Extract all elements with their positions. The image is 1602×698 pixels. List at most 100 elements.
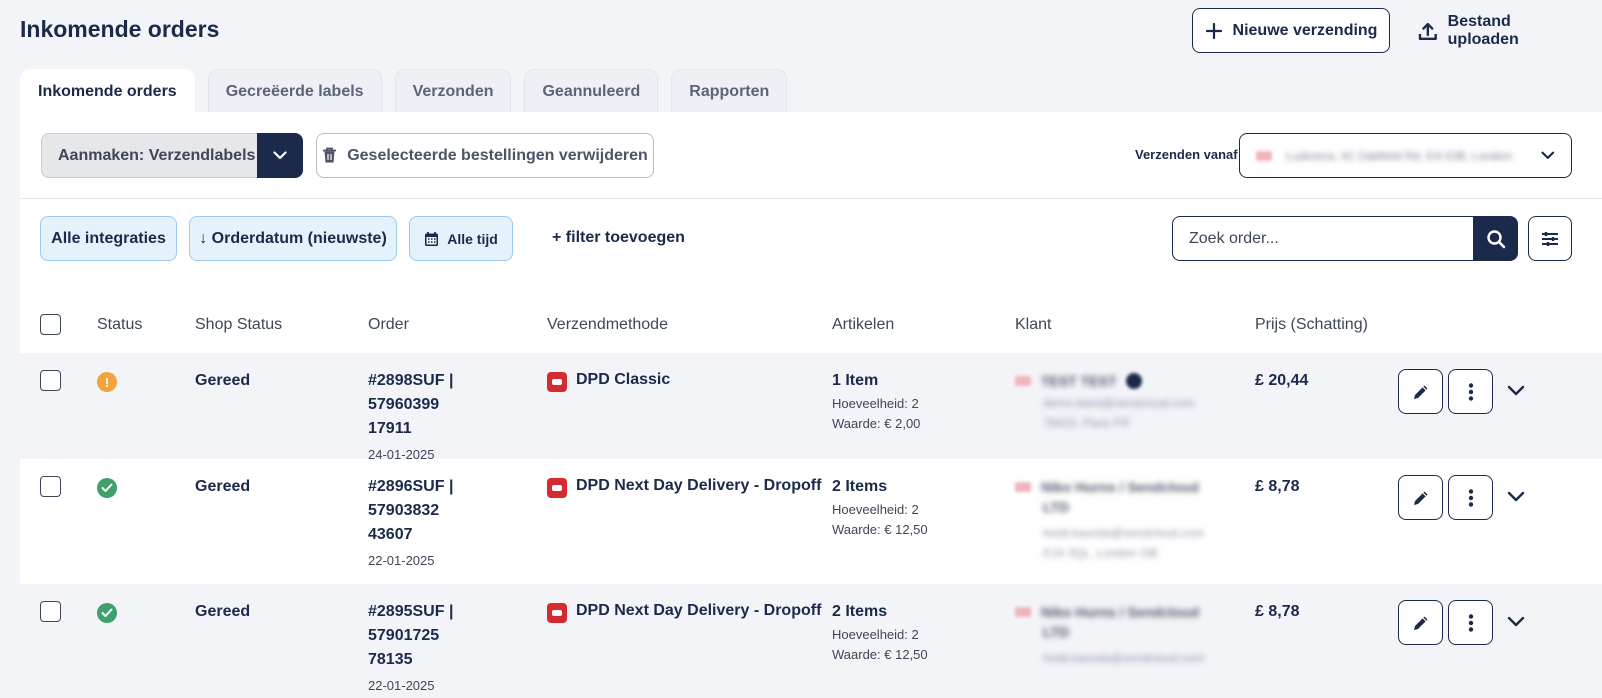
order-number-line2[interactable]: 78135 <box>368 648 528 672</box>
table-row[interactable]: ! Gereed #2898SUF | 57960399 17911 24-01… <box>20 353 1602 462</box>
more-options-button[interactable] <box>1448 600 1493 645</box>
items-value: Waarde: € 12,50 <box>832 522 928 537</box>
ship-from-select[interactable]: Ludovica, 41 Oakfield Rd, E4 0JB, London <box>1239 133 1572 178</box>
select-all-checkbox[interactable] <box>40 314 61 335</box>
items-cell: 2 Items Hoeveelheid: 2 Waarde: € 12,50 <box>832 478 928 540</box>
chevron-down-icon[interactable] <box>1507 491 1525 502</box>
add-filter-link[interactable]: + filter toevoegen <box>552 229 685 247</box>
customer-name-line: Niko Hurns / Sendcloud <box>1015 600 1235 624</box>
row-checkbox[interactable] <box>40 476 61 497</box>
shop-status: Gereed <box>195 372 251 389</box>
upload-icon <box>1418 22 1437 40</box>
customer-email: heidi.kaunda@sendcloud.com <box>1043 651 1204 665</box>
table-row[interactable]: Gereed #2896SUF | 57903832 43607 22-01-2… <box>20 459 1602 584</box>
sort-order-chip[interactable]: ↓ Orderdatum (nieuwste) <box>189 216 397 261</box>
customer-email: heidi.kaunda@sendcloud.com <box>1043 526 1204 540</box>
more-options-button[interactable] <box>1448 369 1493 414</box>
column-items[interactable]: Artikelen <box>832 316 894 334</box>
shipping-method-cell: DPD Next Day Delivery - Dropoff <box>547 477 821 498</box>
warning-icon: ! <box>97 372 117 392</box>
tab-shipped[interactable]: Verzonden <box>394 69 512 113</box>
delete-selected-label: Geselecteerde bestellingen verwijderen <box>347 146 648 164</box>
create-options-dropdown[interactable] <box>257 133 303 178</box>
items-quantity: Hoeveelheid: 2 <box>832 502 919 517</box>
tab-incoming-orders[interactable]: Inkomende orders <box>20 69 195 113</box>
customer-name-cont: LTD <box>1043 624 1070 640</box>
shop-status: Gereed <box>195 603 251 620</box>
row-checkbox[interactable] <box>40 370 61 391</box>
items-cell: 2 Items Hoeveelheid: 2 Waarde: € 12,50 <box>832 603 928 665</box>
order-number-line1[interactable]: #2898SUF | 57960399 <box>368 369 528 417</box>
dpd-logo-icon <box>547 603 567 623</box>
order-cell: #2898SUF | 57960399 17911 24-01-2025 <box>368 369 528 467</box>
view-settings-button[interactable] <box>1528 216 1572 261</box>
search-icon <box>1486 229 1505 248</box>
items-quantity: Hoeveelheid: 2 <box>832 627 919 642</box>
table-row[interactable]: Gereed #2895SUF | 57901725 78135 22-01-2… <box>20 584 1602 693</box>
customer-cell: Niko Hurns / Sendcloud LTD heidi.kaunda@… <box>1015 600 1235 668</box>
price: £ 8,78 <box>1255 603 1300 620</box>
customer-cell: Niko Hurns / Sendcloud LTD heidi.kaunda@… <box>1015 475 1235 563</box>
shipping-method: DPD Next Day Delivery - Dropoff <box>576 477 822 494</box>
dpd-logo-icon <box>547 478 567 498</box>
shipping-method-cell: DPD Next Day Delivery - Dropoff <box>547 602 821 623</box>
items-value: Waarde: € 2,00 <box>832 416 921 431</box>
search-input[interactable] <box>1172 216 1474 261</box>
order-date: 22-01-2025 <box>368 553 435 568</box>
order-number-line1[interactable]: #2895SUF | 57901725 <box>368 600 528 648</box>
order-search <box>1172 216 1518 261</box>
chevron-down-icon[interactable] <box>1507 616 1525 627</box>
chevron-down-icon <box>1541 151 1555 159</box>
row-actions <box>1382 584 1602 680</box>
customer-email: demo.klant@sendcloud.com <box>1043 396 1195 410</box>
search-button[interactable] <box>1473 216 1518 261</box>
shipping-method-cell: DPD Classic <box>547 371 670 392</box>
chevron-down-icon <box>273 151 287 160</box>
tab-cancelled[interactable]: Geannuleerd <box>524 69 659 113</box>
more-vertical-icon <box>1468 488 1473 507</box>
edit-button[interactable] <box>1398 600 1443 645</box>
pencil-icon <box>1413 385 1427 399</box>
period-filter-chip[interactable]: Alle tijd <box>409 216 513 261</box>
integrations-filter-chip[interactable]: Alle integraties <box>40 216 177 261</box>
shop-status: Gereed <box>195 478 251 495</box>
tab-created-labels[interactable]: Gecreëerde labels <box>207 69 382 113</box>
new-shipment-button[interactable]: Nieuwe verzending <box>1192 8 1390 53</box>
column-status[interactable]: Status <box>97 316 142 334</box>
order-number-line2[interactable]: 17911 <box>368 417 528 441</box>
flag-icon <box>1015 482 1031 492</box>
row-actions <box>1382 353 1602 459</box>
avatar <box>1126 373 1143 389</box>
items-quantity: Hoeveelheid: 2 <box>832 396 919 411</box>
items-value: Waarde: € 12,50 <box>832 647 928 662</box>
pencil-icon <box>1413 491 1427 505</box>
edit-button[interactable] <box>1398 475 1443 520</box>
chevron-down-icon[interactable] <box>1507 385 1525 396</box>
more-vertical-icon <box>1468 382 1473 401</box>
table-header: Status Shop Status Order Verzendmethode … <box>20 297 1602 353</box>
create-labels-button[interactable]: Aanmaken: Verzendlabels <box>41 133 257 178</box>
items-count: 2 Items <box>832 478 888 495</box>
price: £ 8,78 <box>1255 478 1300 495</box>
row-checkbox[interactable] <box>40 601 61 622</box>
column-price[interactable]: Prijs (Schatting) <box>1255 316 1368 334</box>
customer-name: Niko Hurns / Sendcloud <box>1041 604 1199 620</box>
column-shipping-method[interactable]: Verzendmethode <box>547 316 668 334</box>
column-shop-status[interactable]: Shop Status <box>195 316 282 334</box>
trash-icon <box>323 147 337 163</box>
shipping-method: DPD Next Day Delivery - Dropoff <box>576 602 822 619</box>
order-number-line2[interactable]: 43607 <box>368 523 528 547</box>
plus-icon <box>1205 22 1222 39</box>
order-cell: #2895SUF | 57901725 78135 22-01-2025 <box>368 600 528 698</box>
more-options-button[interactable] <box>1448 475 1493 520</box>
column-customer[interactable]: Klant <box>1015 316 1051 334</box>
order-number-line1[interactable]: #2896SUF | 57903832 <box>368 475 528 523</box>
new-shipment-label: Nieuwe verzending <box>1232 21 1378 39</box>
column-order[interactable]: Order <box>368 316 409 334</box>
tab-reports[interactable]: Rapporten <box>671 69 788 113</box>
delete-selected-button[interactable]: Geselecteerde bestellingen verwijderen <box>316 133 654 178</box>
page-title: Inkomende orders <box>20 16 220 42</box>
edit-button[interactable] <box>1398 369 1443 414</box>
upload-file-button[interactable]: Bestand uploaden <box>1418 8 1584 53</box>
customer-name: TEST TEST <box>1041 373 1117 389</box>
